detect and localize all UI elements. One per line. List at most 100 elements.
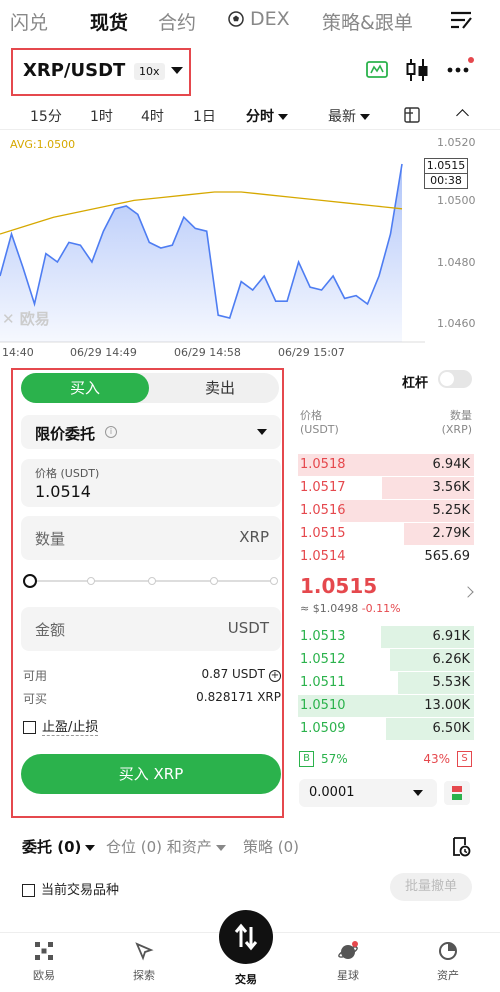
add-funds-icon[interactable]: + [269, 670, 281, 682]
leverage-toggle[interactable] [438, 370, 472, 388]
slider-step-75[interactable] [210, 577, 218, 585]
bid-row[interactable]: 1.0513 6.91K [298, 626, 474, 648]
slider-knob[interactable] [23, 574, 37, 588]
available-row: 可用 0.87 USDT + [23, 667, 281, 684]
chart-settings-icon[interactable] [404, 107, 420, 123]
interval-mode-label: 分时 [246, 109, 274, 125]
tab-buy[interactable]: 买入 [21, 373, 149, 403]
slider-step-100[interactable] [270, 577, 278, 585]
tab-open-orders[interactable]: 委托 (0) [22, 836, 96, 857]
ask-row[interactable]: 1.0516 5.25K [298, 500, 474, 522]
chevron-right-icon[interactable] [462, 586, 474, 598]
order-type-label: 限价委托 [35, 425, 96, 443]
y-tick: 1.0500 [437, 194, 476, 207]
trade-panel: 买入 卖出 限价委托 i 价格 (USDT) 1.0514 数量 XRP 金额 … [11, 368, 284, 818]
bid-price: 1.0509 [300, 721, 346, 736]
sort-select[interactable]: 最新 [328, 106, 370, 126]
tab-sell[interactable]: 卖出 [161, 373, 279, 403]
bid-row[interactable]: 1.0512 6.26K [298, 649, 474, 671]
sell-badge: S [457, 751, 472, 767]
side-tabs: 买入 卖出 [21, 373, 279, 403]
ask-qty: 565.69 [424, 549, 471, 564]
buy-button[interactable]: 买入 XRP [21, 754, 281, 794]
ask-price: 1.0515 [300, 526, 346, 541]
interval-1d[interactable]: 1日 [193, 106, 216, 126]
ask-price: 1.0516 [300, 503, 346, 518]
collapse-chevron-icon[interactable] [456, 109, 469, 122]
tpsl-checkbox[interactable]: 止盈/止损 [23, 716, 99, 736]
last-usd: ≈ $1.0498 [300, 602, 359, 615]
bid-row[interactable]: 1.0511 5.53K [298, 672, 474, 694]
more-icon[interactable] [446, 56, 474, 80]
bid-row[interactable]: 1.0510 13.00K [298, 695, 474, 717]
amount-input[interactable]: 金额 USDT [21, 607, 281, 651]
indicator-icon[interactable] [366, 60, 388, 80]
sort-label: 最新 [328, 109, 356, 125]
ask-row[interactable]: 1.0517 3.56K [298, 477, 474, 499]
y-tick: 1.0480 [437, 256, 476, 269]
buy-sell-ratio: B 57% 43% S [299, 750, 472, 770]
nav-tab-spot[interactable]: 现货 [90, 8, 128, 35]
trade-fab-button[interactable] [219, 910, 273, 964]
ask-qty: 6.94K [432, 457, 470, 472]
order-type-select[interactable]: 限价委托 i [21, 415, 281, 449]
nav-tab-strategy[interactable]: 策略&跟单 [322, 8, 413, 35]
tpsl-label: 止盈/止损 [42, 720, 99, 736]
watermark-text: 欧易 [19, 310, 50, 328]
nav-tab-dex[interactable]: DEX [228, 8, 290, 30]
last-price: 1.0515 [300, 574, 378, 598]
order-history-icon[interactable] [451, 836, 471, 858]
ob-price-header-unit: (USDT) [300, 423, 339, 436]
price-area [0, 164, 402, 342]
avg-price-line [0, 191, 403, 235]
bottom-nav-planet[interactable]: 星球 [308, 941, 388, 983]
bottom-nav-planet-label: 星球 [337, 969, 359, 982]
checkbox-icon [22, 884, 35, 897]
current-price-tag: 1.0515 00:38 [424, 158, 468, 189]
ask-row[interactable]: 1.0515 2.79K [298, 523, 474, 545]
slider-step-50[interactable] [148, 577, 156, 585]
checkbox-icon [23, 721, 36, 734]
interval-mode-select[interactable]: 分时 [246, 106, 288, 126]
buy-badge: B [299, 751, 314, 767]
ask-row[interactable]: 1.0514 565.69 [298, 546, 474, 568]
depth-view-mode-button[interactable] [444, 781, 470, 805]
tab-strategies[interactable]: 策略 (0) [243, 836, 299, 857]
ask-price: 1.0518 [300, 457, 346, 472]
bid-qty: 6.50K [432, 721, 470, 736]
nav-tab-convert[interactable]: 闪兑 [10, 8, 48, 35]
watermark-logo: ✕ 欧易 [2, 310, 50, 328]
ask-qty: 2.79K [432, 526, 470, 541]
candlestick-icon[interactable] [405, 58, 429, 82]
nav-tab-futures[interactable]: 合约 [158, 8, 196, 35]
swap-arrows-icon [234, 923, 258, 951]
interval-1h[interactable]: 1时 [90, 106, 113, 126]
can-buy-row: 可买 0.828171 XRP [23, 690, 281, 707]
leverage-badge: 10x [134, 63, 165, 80]
caret-down-icon [360, 114, 370, 120]
buy-percent: 57% [321, 752, 348, 766]
ask-row[interactable]: 1.0518 6.94K [298, 454, 474, 476]
info-icon[interactable]: i [105, 426, 117, 438]
interval-15m[interactable]: 15分 [30, 106, 62, 126]
slider-step-25[interactable] [87, 577, 95, 585]
depth-precision-select[interactable]: 0.0001 [299, 779, 437, 807]
tab-positions-assets[interactable]: 仓位 (0) 和资产 [106, 836, 226, 857]
bottom-nav-assets[interactable]: 资产 [408, 941, 488, 983]
price-input[interactable]: 价格 (USDT) 1.0514 [21, 459, 281, 507]
pair-name: XRP/USDT [23, 60, 126, 81]
price-chart[interactable]: AVG:1.0500 1.0515 00:38 1.0520 1.0500 1.… [0, 132, 500, 364]
quantity-input[interactable]: 数量 XRP [21, 516, 281, 560]
bid-row[interactable]: 1.0509 6.50K [298, 718, 474, 740]
bottom-nav-home[interactable]: 欧易 [4, 941, 84, 983]
cancel-all-button[interactable]: 批量撤单 [390, 873, 472, 901]
ask-price: 1.0514 [300, 549, 346, 564]
bottom-nav-explore[interactable]: 探索 [104, 941, 184, 983]
interval-4h[interactable]: 4时 [141, 106, 164, 126]
x-tick: 14:40 [2, 346, 34, 359]
pair-selector[interactable]: XRP/USDT 10x [11, 48, 191, 96]
current-pair-checkbox[interactable]: 当前交易品种 [22, 879, 119, 898]
menu-icon[interactable] [449, 10, 473, 30]
amount-slider[interactable] [23, 574, 279, 588]
tab-open-orders-label: 委托 (0) [22, 838, 82, 856]
